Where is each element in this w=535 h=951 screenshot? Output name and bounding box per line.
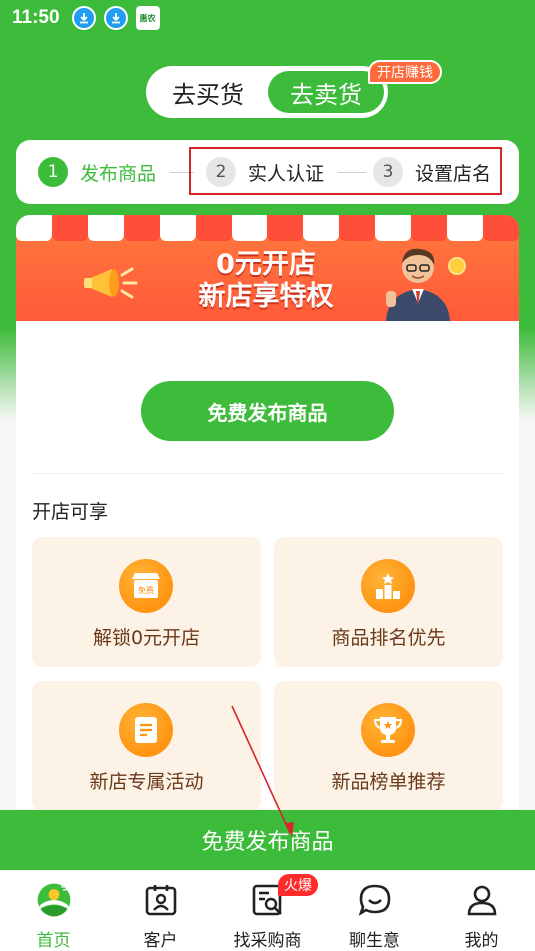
chat-icon: [355, 880, 395, 920]
tab-profile[interactable]: 我的: [428, 870, 535, 951]
banner-line-2: 新店享特权: [198, 281, 334, 312]
profile-icon: [462, 880, 502, 920]
document-icon: [119, 703, 173, 757]
megaphone-icon: [84, 267, 138, 299]
perk-new-store-activity[interactable]: 新店专属活动: [32, 681, 261, 811]
tab-label: 聊生意: [349, 931, 400, 951]
step-publish: 1 发布商品: [38, 157, 156, 187]
buy-sell-toggle[interactable]: 去买货 去卖货: [146, 66, 388, 118]
tab-chat[interactable]: 聊生意: [321, 870, 428, 951]
app-notification-icon: 惠农: [135, 6, 160, 30]
open-store-card: 0元开店 新店享特权 免费发布商品 开店可享 免费 解锁0元开店 商品排名优先 …: [16, 215, 519, 815]
businessman-illustration: [386, 248, 450, 321]
tab-label: 首页: [36, 931, 71, 951]
perk-label: 新品榜单推荐: [331, 771, 446, 793]
perk-free-store[interactable]: 免费 解锁0元开店: [32, 537, 261, 667]
tab-label: 我的: [464, 931, 499, 951]
trophy-icon: [361, 703, 415, 757]
tab-find-buyers[interactable]: 找采购商 火爆: [214, 870, 321, 951]
publish-product-button[interactable]: 免费发布商品: [141, 381, 394, 441]
download-icon: [103, 6, 128, 30]
tab-buy[interactable]: 去买货: [146, 75, 270, 110]
banner-title: 0元开店 新店享特权: [166, 249, 366, 313]
promo-banner[interactable]: 0元开店 新店享特权: [16, 215, 519, 321]
step-number: 1: [38, 157, 68, 187]
step-label: 发布商品: [80, 162, 157, 185]
awning-decoration: [16, 215, 519, 241]
tab-home[interactable]: 首页: [0, 870, 107, 951]
perk-label: 新店专属活动: [89, 771, 204, 793]
tab-label: 客户: [143, 931, 178, 951]
tab-customers[interactable]: 客户: [107, 870, 214, 951]
perk-label: 商品排名优先: [331, 627, 446, 649]
annotation-highlight-box: [189, 147, 502, 195]
ranking-icon: [361, 559, 415, 613]
tab-label: 找采购商: [233, 931, 302, 951]
svg-text:免费: 免费: [138, 585, 154, 595]
free-store-icon: 免费: [119, 559, 173, 613]
divider: [32, 473, 503, 474]
perk-new-product-list[interactable]: 新品榜单推荐: [274, 681, 503, 811]
perk-label: 解锁0元开店: [92, 627, 201, 649]
perk-ranking[interactable]: 商品排名优先: [274, 537, 503, 667]
tab-sell[interactable]: 去卖货: [268, 71, 384, 113]
coin-icon: [448, 257, 466, 275]
download-icon: [71, 6, 96, 30]
home-logo-icon: [34, 880, 74, 920]
status-bar: 11:50 惠农: [0, 0, 535, 36]
bottom-tab-bar: 首页 客户 找采购商 火爆 聊生意 我的: [0, 870, 535, 951]
contacts-icon: [141, 880, 181, 920]
banner-line-1: 0元开店: [216, 249, 316, 280]
publish-product-cta-bar[interactable]: 免费发布商品: [0, 810, 535, 870]
open-store-badge: 开店赚钱: [368, 60, 442, 84]
perks-title: 开店可享: [32, 501, 109, 523]
hot-badge: 火爆: [278, 874, 318, 896]
status-time: 11:50: [12, 7, 60, 28]
